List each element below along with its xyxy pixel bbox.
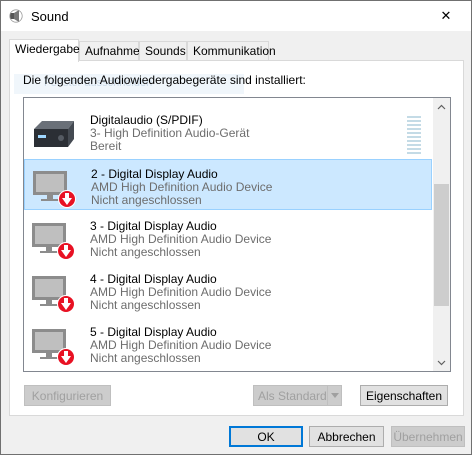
list-item[interactable]: 3 - Digital Display Audio AMD High Defin… — [24, 212, 432, 263]
scroll-down-button[interactable] — [433, 354, 450, 371]
device-name: Digitalaudio (S/PDIF) — [90, 113, 203, 127]
close-button[interactable]: ✕ — [423, 1, 469, 31]
device-name: 3 - Digital Display Audio — [90, 219, 217, 233]
configure-button[interactable]: Konfigurieren — [24, 385, 111, 406]
panel-description: Die folgenden Audiowiedergabegeräte sind… — [23, 73, 306, 87]
tab-aufnahme[interactable]: Aufnahme — [79, 41, 140, 61]
ok-label: OK — [257, 429, 275, 444]
list-item[interactable]: 5 - Digital Display Audio AMD High Defin… — [24, 318, 432, 369]
device-status: Bereit — [90, 139, 122, 153]
list-item[interactable]: Digitalaudio (S/PDIF) 3- High Definition… — [24, 106, 432, 157]
cancel-label: Abbrechen — [317, 429, 376, 444]
tab-wiedergabe[interactable]: Wiedergabe — [9, 39, 80, 62]
tab-label: Wiedergabe — [15, 42, 80, 56]
list-item[interactable]: 2 - Digital Display Audio AMD High Defin… — [24, 159, 432, 210]
device-name: 4 - Digital Display Audio — [90, 272, 217, 286]
cancel-button[interactable]: Abbrechen — [309, 426, 384, 447]
chevron-down-icon — [437, 360, 446, 365]
set-default-label: Als Standard — [258, 388, 327, 403]
window-title: Sound — [31, 9, 69, 24]
tab-label: Sounds — [145, 44, 186, 58]
properties-label: Eigenschaften — [365, 388, 443, 403]
apply-button[interactable]: Übernehmen — [391, 426, 465, 447]
device-name: 2 - Digital Display Audio — [91, 167, 218, 181]
dropdown-arrow-icon — [331, 393, 339, 398]
device-driver: AMD High Definition Audio Device — [90, 338, 272, 352]
configure-label: Konfigurieren — [31, 388, 104, 403]
tab-kommunikation[interactable]: Kommunikation — [187, 41, 276, 61]
tab-label: Kommunikation — [193, 44, 276, 58]
tab-label: Aufnahme — [85, 44, 140, 58]
ok-button[interactable]: OK — [229, 426, 303, 447]
device-driver: 3- High Definition Audio-Gerät — [90, 126, 250, 140]
device-driver: AMD High Definition Audio Device — [90, 285, 272, 299]
monitor-disconnected-icon — [32, 276, 75, 313]
scroll-thumb[interactable] — [434, 184, 449, 306]
speaker-icon — [9, 9, 23, 23]
monitor-disconnected-icon — [32, 223, 75, 260]
sound-dialog: Sound ✕ Wiedergabe Aufnahme Sounds Kommu… — [0, 0, 472, 455]
set-default-split-button[interactable]: Als Standard — [253, 385, 342, 406]
monitor-disconnected-icon — [33, 171, 76, 208]
title-bar[interactable]: Sound ✕ — [1, 1, 471, 31]
device-driver: AMD High Definition Audio Device — [91, 180, 273, 194]
vertical-scrollbar[interactable] — [433, 98, 450, 371]
device-status: Nicht angeschlossen — [91, 193, 202, 207]
scroll-up-button[interactable] — [433, 98, 450, 115]
spdif-receiver-icon — [34, 121, 74, 147]
set-default-dropdown[interactable] — [327, 386, 342, 405]
chevron-up-icon — [437, 104, 446, 109]
device-driver: AMD High Definition Audio Device — [90, 232, 272, 246]
tab-sounds[interactable]: Sounds — [139, 41, 187, 61]
monitor-disconnected-icon — [32, 329, 75, 366]
playback-panel: Fenster ausschneiden Die folgenden Audio… — [9, 60, 464, 416]
device-status: Nicht angeschlossen — [90, 245, 201, 259]
apply-label: Übernehmen — [393, 429, 463, 444]
device-name: 5 - Digital Display Audio — [90, 325, 217, 339]
close-icon: ✕ — [440, 8, 452, 23]
volume-meter — [407, 116, 421, 156]
device-status: Nicht angeschlossen — [90, 351, 201, 365]
list-item[interactable]: 4 - Digital Display Audio AMD High Defin… — [24, 265, 432, 316]
device-status: Nicht angeschlossen — [90, 298, 201, 312]
device-list[interactable]: Digitalaudio (S/PDIF) 3- High Definition… — [23, 97, 451, 372]
properties-button[interactable]: Eigenschaften — [360, 385, 448, 406]
